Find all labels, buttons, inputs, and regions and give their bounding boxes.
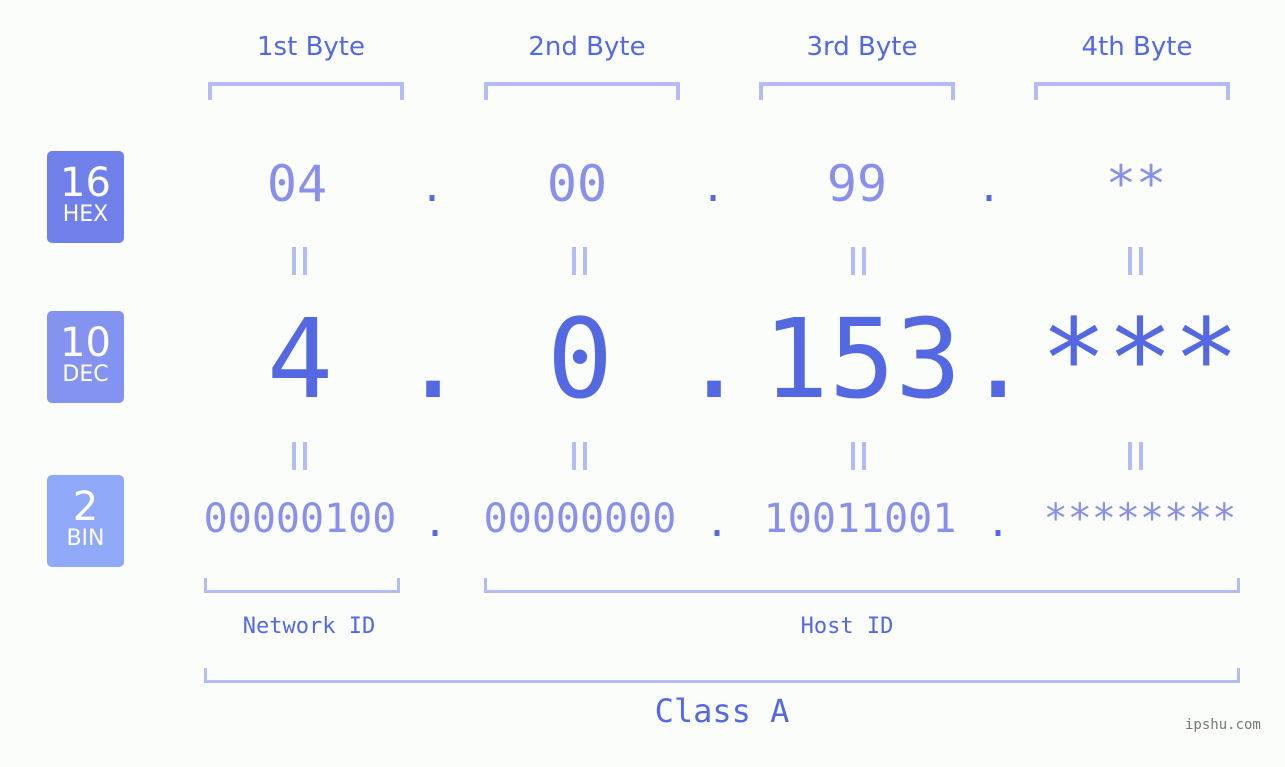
watermark: ipshu.com: [1185, 717, 1261, 733]
dec-byte-1: 4: [266, 295, 334, 423]
bin-byte-1: 00000100: [203, 496, 397, 542]
equals-icon: [847, 442, 869, 470]
dec-byte-4: ***: [1040, 295, 1240, 423]
network-id-label: Network ID: [242, 614, 376, 639]
byte-header-4: 4th Byte: [1081, 32, 1193, 62]
hex-base-number: 16: [60, 160, 111, 206]
bin-badge: 2 BIN: [47, 475, 124, 567]
dec-separator-3: .: [965, 295, 1032, 423]
byte-header-3: 3rd Byte: [806, 32, 918, 62]
bin-separator-1: .: [423, 500, 448, 546]
byte-bracket-2: [484, 82, 680, 100]
equals-icon: [1124, 442, 1146, 470]
dec-byte-2: 0: [546, 295, 614, 423]
dec-separator-1: .: [400, 295, 467, 423]
hex-separator-3: .: [977, 165, 1002, 211]
dec-base-label: DEC: [62, 362, 109, 387]
hex-separator-1: .: [420, 165, 445, 211]
hex-byte-1: 04: [266, 155, 328, 213]
bin-separator-3: .: [986, 500, 1011, 546]
dec-separator-2: .: [681, 295, 748, 423]
bin-byte-3: 10011001: [763, 496, 957, 542]
network-id-bracket: [204, 578, 400, 593]
dec-base-number: 10: [60, 320, 111, 366]
host-id-label: Host ID: [800, 614, 894, 639]
bin-base-number: 2: [72, 484, 99, 530]
bin-base-label: BIN: [66, 526, 105, 551]
hex-base-label: HEX: [62, 202, 109, 227]
byte-header-1: 1st Byte: [257, 32, 365, 62]
equals-icon: [568, 442, 590, 470]
byte-header-2: 2nd Byte: [528, 32, 646, 62]
byte-bracket-1: [208, 82, 404, 100]
dec-byte-3: 153: [762, 295, 962, 423]
host-id-bracket: [484, 578, 1240, 593]
equals-icon: [847, 247, 869, 275]
bin-byte-4: ********: [1043, 496, 1237, 542]
equals-icon: [568, 247, 590, 275]
hex-byte-4: **: [1105, 155, 1167, 213]
class-bracket: [204, 668, 1240, 683]
hex-byte-2: 00: [546, 155, 608, 213]
equals-icon: [1124, 247, 1146, 275]
byte-bracket-4: [1034, 82, 1230, 100]
dec-badge: 10 DEC: [47, 311, 124, 403]
hex-separator-2: .: [701, 165, 726, 211]
bin-byte-2: 00000000: [483, 496, 677, 542]
class-label: Class A: [654, 692, 790, 730]
equals-icon: [288, 442, 310, 470]
bin-separator-2: .: [705, 500, 730, 546]
hex-byte-3: 99: [826, 155, 888, 213]
hex-badge: 16 HEX: [47, 151, 124, 243]
equals-icon: [288, 247, 310, 275]
byte-bracket-3: [759, 82, 955, 100]
